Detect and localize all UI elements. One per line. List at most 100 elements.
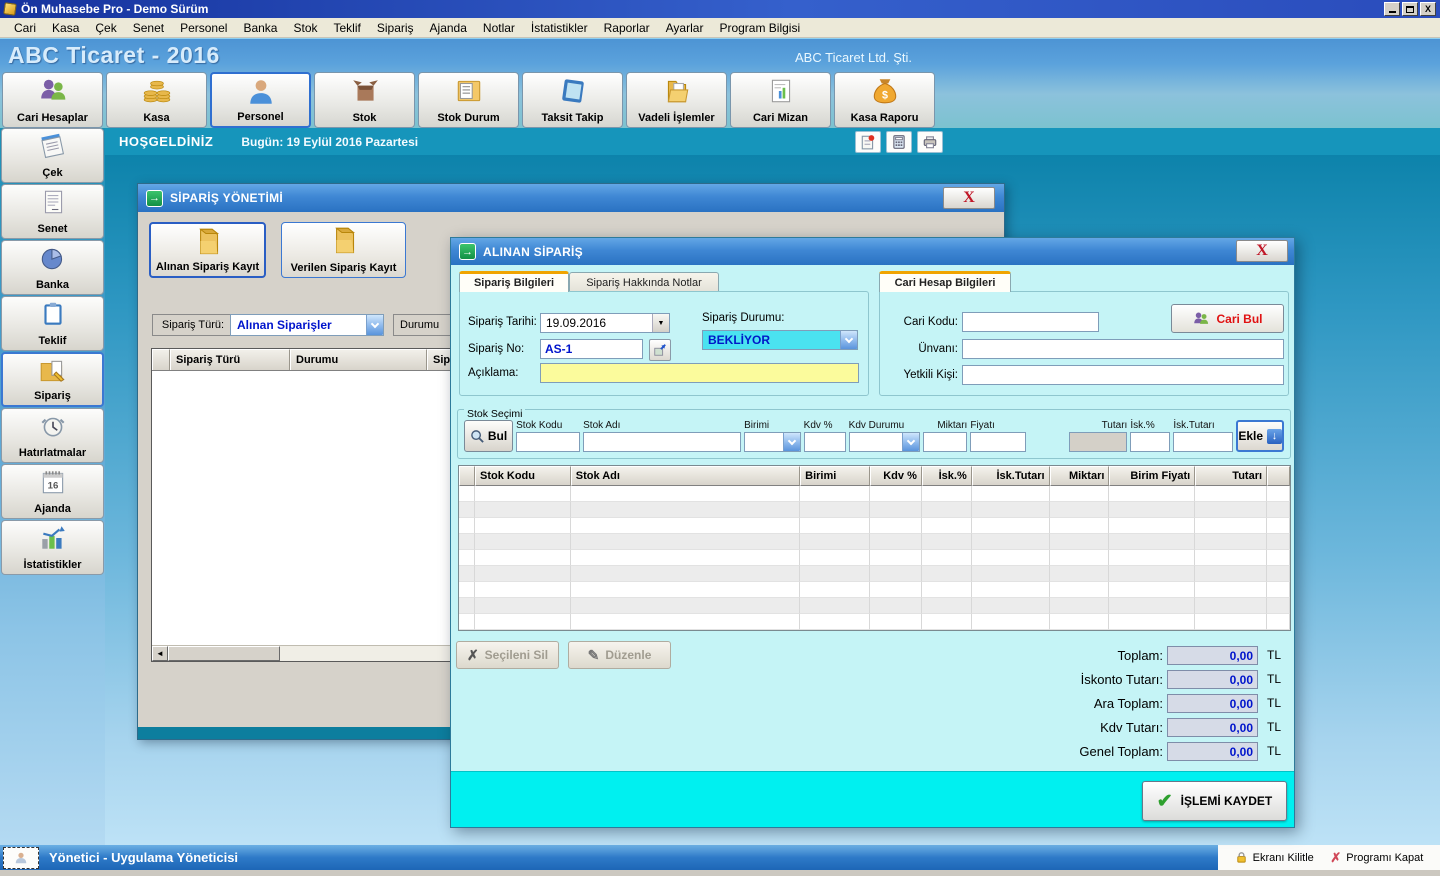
duzenle-button[interactable]: ✎ Düzenle: [568, 641, 671, 669]
kdv-input[interactable]: [804, 432, 846, 452]
orders-col-siparis-turu[interactable]: Sipariş Türü: [170, 349, 290, 370]
menu-banka[interactable]: Banka: [235, 19, 285, 37]
grid-row[interactable]: [459, 550, 1290, 566]
siparis-no-attach-button[interactable]: [649, 339, 671, 361]
menu-kasa[interactable]: Kasa: [44, 19, 87, 37]
toolbar-vadeli-islemler[interactable]: Vadeli İşlemler: [626, 72, 727, 128]
grid-col-kdv[interactable]: Kdv %: [870, 466, 922, 486]
calculator-button[interactable]: [886, 131, 912, 153]
menu-cek[interactable]: Çek: [87, 19, 124, 37]
printer-button[interactable]: [917, 131, 943, 153]
alinan-siparis-kayit-button[interactable]: Alınan Sipariş Kayıt: [149, 222, 266, 278]
tab-siparis-bilgileri[interactable]: Sipariş Bilgileri: [459, 271, 569, 292]
grid-col-stok-adi[interactable]: Stok Adı: [571, 466, 800, 486]
grid-col-stok-kodu[interactable]: Stok Kodu: [475, 466, 571, 486]
alinan-siparis-titlebar[interactable]: → ALINAN SİPARİŞ X: [451, 238, 1294, 265]
sidebar-item-senet[interactable]: Senet: [1, 184, 104, 239]
siparis-turu-combobox[interactable]: Alınan Siparişler: [230, 314, 384, 336]
menu-program-bilgisi[interactable]: Program Bilgisi: [711, 19, 808, 37]
user-avatar[interactable]: [3, 847, 39, 869]
programi-kapat-button[interactable]: ✗ Programı Kapat: [1330, 850, 1423, 866]
siparis-yonetimi-titlebar[interactable]: → SİPARİŞ YÖNETİMİ X: [138, 184, 1004, 212]
orders-col-durumu[interactable]: Durumu: [290, 349, 427, 370]
grid-col-birim-fiyati[interactable]: Birim Fiyatı: [1109, 466, 1195, 486]
menu-ayarlar[interactable]: Ayarlar: [658, 19, 712, 37]
tab-siparis-notlar[interactable]: Sipariş Hakkında Notlar: [569, 272, 719, 292]
ekrani-kilitle-button[interactable]: Ekranı Kilitle: [1235, 851, 1314, 864]
close-window-button[interactable]: X: [1420, 2, 1436, 16]
secileni-sil-button[interactable]: ✗ Seçileni Sil: [456, 641, 559, 669]
chevron-down-icon[interactable]: ▼: [652, 314, 669, 332]
toolbar-cari-mizan[interactable]: Cari Mizan: [730, 72, 831, 128]
cari-kodu-input[interactable]: [962, 312, 1099, 332]
toolbar-stok-durum[interactable]: Stok Durum: [418, 72, 519, 128]
menu-senet[interactable]: Senet: [125, 19, 172, 37]
grid-col-isk[interactable]: İsk.%: [922, 466, 972, 486]
unvani-input[interactable]: [962, 339, 1284, 359]
menu-raporlar[interactable]: Raporlar: [596, 19, 658, 37]
miktari-input[interactable]: [923, 432, 967, 452]
stok-adi-input[interactable]: [583, 432, 741, 452]
grid-col-isk-tutari[interactable]: İsk.Tutarı: [972, 466, 1050, 486]
grid-col-birimi[interactable]: Birimi: [800, 466, 870, 486]
sidebar-item-siparis[interactable]: Sipariş: [1, 352, 104, 407]
birimi-combobox[interactable]: [744, 432, 801, 452]
toolbar-taksit-takip[interactable]: Taksit Takip: [522, 72, 623, 128]
menu-stok[interactable]: Stok: [285, 19, 325, 37]
restore-button[interactable]: [1402, 2, 1418, 16]
chevron-down-icon[interactable]: [366, 315, 383, 335]
siparis-yonetimi-close-button[interactable]: X: [943, 187, 995, 209]
notes-button[interactable]: [855, 131, 881, 153]
toolbar-cari-hesaplar[interactable]: Cari Hesaplar: [2, 72, 103, 128]
menu-personel[interactable]: Personel: [172, 19, 235, 37]
grid-row[interactable]: [459, 566, 1290, 582]
chevron-down-icon[interactable]: [902, 433, 919, 451]
sidebar-item-teklif[interactable]: Teklif: [1, 296, 104, 351]
chevron-down-icon[interactable]: [840, 331, 857, 349]
toolbar-personel[interactable]: Personel: [210, 72, 311, 128]
cari-bul-button[interactable]: Cari Bul: [1171, 304, 1284, 333]
menu-cari[interactable]: Cari: [6, 19, 44, 37]
scrollbar-thumb[interactable]: [168, 646, 280, 661]
toolbar-kasa-raporu[interactable]: $ Kasa Raporu: [834, 72, 935, 128]
verilen-siparis-kayit-button[interactable]: Verilen Sipariş Kayıt: [281, 222, 406, 278]
siparis-durumu-combobox[interactable]: BEKLİYOR: [702, 330, 858, 350]
yetkili-kisi-input[interactable]: [962, 365, 1284, 385]
grid-row[interactable]: [459, 614, 1290, 630]
menu-ajanda[interactable]: Ajanda: [422, 19, 475, 37]
islemi-kaydet-button[interactable]: ✔ İŞLEMİ KAYDET: [1142, 781, 1287, 821]
grid-row[interactable]: [459, 582, 1290, 598]
grid-col-tutari[interactable]: Tutarı: [1195, 466, 1267, 486]
sidebar-item-cek[interactable]: Çek: [1, 128, 104, 183]
stok-kodu-input[interactable]: [516, 432, 580, 452]
siparis-no-input[interactable]: [540, 339, 643, 359]
chevron-down-icon[interactable]: [783, 433, 800, 451]
grid-row[interactable]: [459, 518, 1290, 534]
toolbar-stok[interactable]: Stok: [314, 72, 415, 128]
fiyati-input[interactable]: [970, 432, 1026, 452]
kdv-durumu-combobox[interactable]: [849, 432, 921, 452]
menu-istatistikler[interactable]: İstatistikler: [523, 19, 596, 37]
scroll-left-icon[interactable]: ◄: [152, 646, 168, 661]
ekle-button[interactable]: Ekle ↓: [1236, 420, 1284, 452]
sidebar-item-hatirlatmalar[interactable]: Hatırlatmalar: [1, 408, 104, 463]
minimize-button[interactable]: [1384, 2, 1400, 16]
isk-input[interactable]: [1130, 432, 1170, 452]
tab-cari-hesap-bilgileri[interactable]: Cari Hesap Bilgileri: [879, 271, 1011, 292]
sidebar-item-banka[interactable]: Banka: [1, 240, 104, 295]
toolbar-kasa[interactable]: Kasa: [106, 72, 207, 128]
grid-row[interactable]: [459, 534, 1290, 550]
grid-row[interactable]: [459, 502, 1290, 518]
sidebar-item-istatistikler[interactable]: İstatistikler: [1, 520, 104, 575]
alinan-siparis-close-button[interactable]: X: [1236, 240, 1288, 262]
isk-tutari-input[interactable]: [1173, 432, 1233, 452]
menu-notlar[interactable]: Notlar: [475, 19, 523, 37]
sidebar-item-ajanda[interactable]: 16 Ajanda: [1, 464, 104, 519]
siparis-tarihi-datepicker[interactable]: 19.09.2016 ▼: [540, 313, 670, 333]
grid-row[interactable]: [459, 486, 1290, 502]
aciklama-input[interactable]: [540, 363, 859, 383]
menu-siparis[interactable]: Sipariş: [369, 19, 422, 37]
grid-row[interactable]: [459, 598, 1290, 614]
menu-teklif[interactable]: Teklif: [326, 19, 369, 37]
grid-col-miktari[interactable]: Miktarı: [1050, 466, 1110, 486]
